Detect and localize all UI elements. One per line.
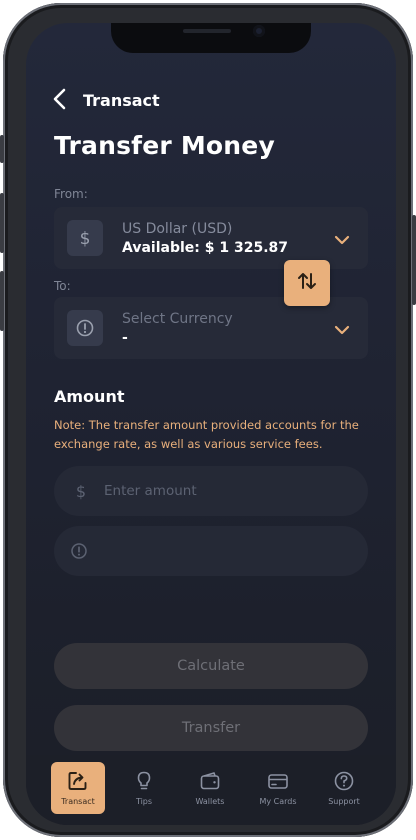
from-label: From:: [54, 187, 88, 201]
svg-text:$: $: [76, 482, 86, 500]
chevron-down-icon: [334, 231, 350, 245]
transact-icon: [67, 770, 89, 792]
info-icon: [70, 542, 88, 560]
amount-field[interactable]: $: [54, 466, 368, 516]
chevron-left-icon[interactable]: [50, 87, 70, 111]
svg-text:$: $: [80, 229, 91, 248]
help-icon: [333, 770, 355, 792]
speaker: [183, 29, 231, 33]
to-currency-value: -: [122, 330, 128, 346]
swap-currencies-button[interactable]: [284, 260, 330, 306]
chevron-down-icon: [334, 321, 350, 335]
volume-down-button: [0, 271, 4, 331]
nav-item-support[interactable]: Support: [317, 762, 371, 814]
nav-label: My Cards: [259, 797, 297, 806]
page-title: Transfer Money: [54, 131, 275, 160]
to-currency-placeholder: Select Currency: [122, 311, 233, 327]
from-available-balance: Available: $ 1 325.87: [122, 240, 288, 256]
power-button: [412, 215, 416, 305]
lightbulb-icon: [133, 770, 155, 792]
card-icon: [267, 770, 289, 792]
dollar-icon: $: [67, 220, 103, 256]
nav-item-transact[interactable]: Transact: [51, 762, 105, 814]
fee-note: Note: The transfer amount provided accou…: [54, 418, 359, 451]
phone-frame: Transact Transfer Money From: $ US Dolla…: [0, 3, 416, 837]
mute-switch: [0, 135, 4, 163]
nav-label: Tips: [135, 797, 153, 806]
bottom-nav: Transact Tips Wallets My Cards Support: [26, 755, 396, 825]
amount-heading: Amount: [54, 387, 125, 406]
transfer-button[interactable]: Transfer: [54, 705, 368, 751]
nav-item-tips[interactable]: Tips: [117, 762, 171, 814]
notch: [111, 23, 311, 53]
front-camera: [253, 25, 265, 37]
nav-item-wallets[interactable]: Wallets: [183, 762, 237, 814]
info-icon: [67, 310, 103, 346]
nav-label: Wallets: [195, 797, 225, 806]
dollar-icon: $: [72, 482, 90, 501]
app-screen: Transact Transfer Money From: $ US Dolla…: [26, 23, 396, 825]
to-label: To:: [54, 279, 71, 293]
amount-input[interactable]: [104, 466, 354, 516]
from-currency-name: US Dollar (USD): [122, 221, 233, 237]
wallet-icon: [199, 770, 221, 792]
converted-amount-field: [54, 526, 368, 576]
nav-label: Transact: [61, 797, 95, 806]
nav-label: Support: [328, 797, 360, 806]
to-currency-select[interactable]: Select Currency -: [54, 297, 368, 359]
volume-up-button: [0, 193, 4, 253]
swap-arrows-icon: [296, 270, 318, 296]
header-title: Transact: [83, 91, 160, 110]
calculate-button[interactable]: Calculate: [54, 643, 368, 689]
nav-item-my-cards[interactable]: My Cards: [251, 762, 305, 814]
converted-amount-output: [104, 526, 354, 576]
